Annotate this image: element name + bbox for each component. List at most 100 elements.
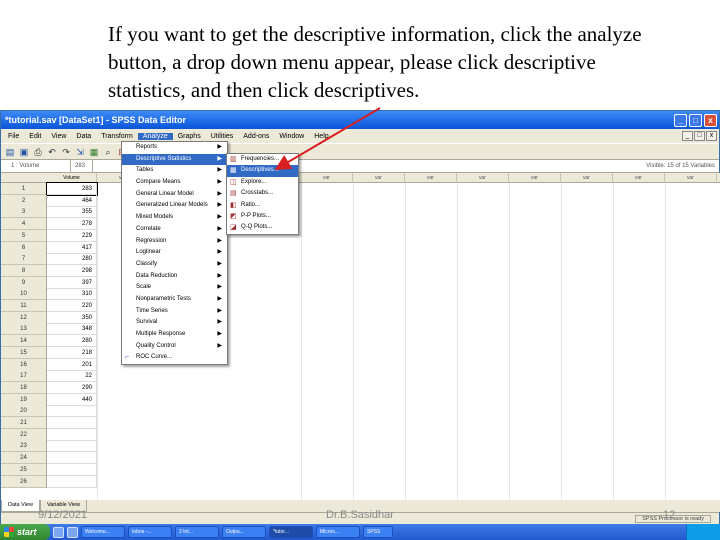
table-cell[interactable]: 440 [47,393,97,406]
menu-graphs[interactable]: Graphs [173,133,206,140]
table-cell[interactable]: 220 [47,300,97,312]
menu-item[interactable]: Survival ▶ [122,317,227,329]
row-header[interactable]: 11 [1,300,47,312]
menu-item[interactable]: Classify ▶ [122,259,227,271]
menu-file[interactable]: File [3,133,24,140]
menu-analyze[interactable]: Analyze [137,132,173,140]
row-header[interactable]: 25 [1,463,47,476]
variables-icon[interactable]: ▦ [88,146,100,158]
table-cell[interactable] [47,463,97,476]
table-cell[interactable] [47,428,97,441]
menu-item[interactable]: Correlate ▶ [122,224,227,236]
menu-utilities[interactable]: Utilities [206,133,239,140]
column-header-var[interactable]: var [353,173,405,183]
goto-case-icon[interactable]: ⇲ [74,146,86,158]
table-cell[interactable] [47,452,97,465]
close-button[interactable]: x [704,113,717,127]
column-header-var[interactable]: var [405,173,457,183]
row-header[interactable]: 6 [1,241,47,254]
find-icon[interactable]: ⌕ [102,146,114,158]
minimize-button[interactable]: _ [674,113,687,127]
menu-item[interactable]: Quality Control ▶ [122,341,227,353]
row-header[interactable]: 18 [1,381,47,394]
menu-data[interactable]: Data [71,133,96,140]
table-cell[interactable]: 218 [47,346,97,359]
column-header-var[interactable]: var [509,173,561,183]
menu-item[interactable]: Regression ▶ [122,236,227,248]
column-header-volume[interactable]: Volume [47,173,97,183]
redo-icon[interactable]: ↷ [60,146,72,158]
undo-icon[interactable]: ↶ [46,146,58,158]
submenu-item[interactable]: ▤ Crosstabs... [227,188,298,199]
menu-item[interactable]: Reports ▶ [122,142,227,154]
start-button[interactable]: start [0,524,50,540]
table-cell[interactable] [47,440,97,453]
maximize-button[interactable]: □ [689,113,702,127]
taskbar-button[interactable]: *tutor... [269,526,313,538]
menu-item[interactable]: Generalized Linear Models ▶ [122,200,227,212]
table-cell[interactable]: 283 [46,182,98,196]
taskbar-button[interactable]: Micros... [316,526,360,538]
menu-item[interactable]: Descriptive Statistics ▶ [122,153,227,166]
table-cell[interactable]: 298 [47,264,97,277]
menu-item[interactable]: Tables ▶ [122,165,227,177]
table-cell[interactable]: 310 [47,288,97,301]
menu-item[interactable]: Compare Means ▶ [122,177,227,189]
doc-maximize-button[interactable]: □ [694,131,705,141]
menu-item[interactable]: Nonparametric Tests ▶ [122,294,227,306]
submenu-item[interactable]: ◧ Ratio... [227,200,298,211]
row-header[interactable]: 8 [1,264,47,277]
column-header-var[interactable]: var [457,173,509,183]
menu-item[interactable]: Mixed Models ▶ [122,212,227,224]
menu-item[interactable]: ROC Curve... ⌐ [122,352,227,364]
table-cell[interactable]: 355 [47,206,97,219]
submenu-item[interactable]: ◫ Explore... [227,177,298,188]
table-cell[interactable] [47,475,97,488]
save-icon[interactable]: ▣ [18,146,30,158]
menu-help[interactable]: Help [309,133,333,140]
row-header[interactable]: 23 [1,440,47,453]
row-header[interactable]: 17 [1,370,47,383]
taskbar-button[interactable]: Inbox -... [128,526,172,538]
table-cell[interactable]: 350 [47,311,97,324]
table-cell[interactable]: 229 [47,229,97,242]
table-cell[interactable]: 22 [47,370,97,383]
row-header[interactable]: 13 [1,323,47,336]
row-header[interactable]: 5 [1,229,47,242]
row-header[interactable]: 9 [1,276,47,289]
row-header[interactable]: 12 [1,311,47,324]
table-cell[interactable]: 348 [47,323,97,336]
table-cell[interactable] [47,405,97,418]
column-header-var[interactable]: var [665,173,717,183]
taskbar-button[interactable]: SPSS [363,526,393,538]
print-icon[interactable]: ⎙ [32,146,44,158]
row-header[interactable]: 24 [1,452,47,465]
row-header[interactable]: 22 [1,428,47,441]
table-cell[interactable]: 280 [47,335,97,348]
cell-value-field[interactable]: 283 [71,160,93,172]
taskbar-button[interactable]: 2 Int... [175,526,219,538]
menu-addons[interactable]: Add-ons [238,133,274,140]
menu-transform[interactable]: Transform [96,133,138,140]
menu-item[interactable]: Loglinear ▶ [122,247,227,259]
row-header[interactable]: 16 [1,358,47,371]
table-cell[interactable]: 201 [47,358,97,371]
quick-launch-browser-icon[interactable] [53,526,64,538]
submenu-item[interactable]: ◩ P-P Plots... [227,211,298,222]
submenu-item[interactable]: ▥ Frequencies... [227,154,298,165]
menu-item[interactable]: Data Reduction ▶ [122,271,227,283]
menu-item[interactable]: Multiple Response ▶ [122,329,227,341]
table-cell[interactable]: 280 [47,253,97,266]
quick-launch-desktop-icon[interactable] [67,526,78,538]
column-header-var[interactable]: var [613,173,665,183]
title-bar[interactable]: *tutorial.sav [DataSet1] - SPSS Data Edi… [1,111,719,129]
row-header[interactable]: 14 [1,335,47,348]
menu-item[interactable]: Time Series ▶ [122,306,227,318]
table-cell[interactable]: 278 [47,218,97,231]
menu-edit[interactable]: Edit [24,133,46,140]
row-header[interactable]: 2 [1,194,47,207]
submenu-item[interactable]: ◪ Q-Q Plots... [227,222,298,233]
doc-close-button[interactable]: x [706,131,717,141]
row-header[interactable]: 21 [1,417,47,429]
doc-minimize-button[interactable]: _ [682,131,693,141]
